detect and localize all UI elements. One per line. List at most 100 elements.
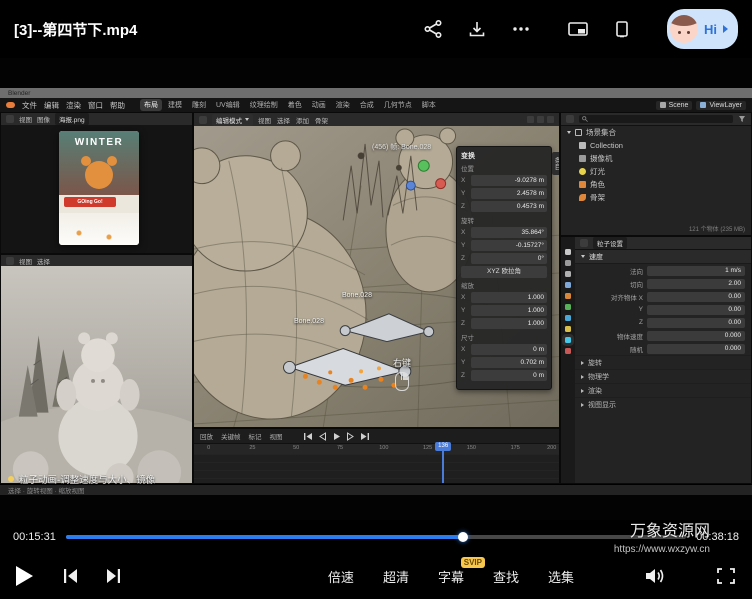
current-time: 00:15:31 bbox=[13, 531, 56, 543]
collapsed-section: 视图显示 bbox=[575, 397, 751, 411]
volume-icon[interactable] bbox=[643, 567, 665, 585]
shading-icon bbox=[547, 116, 554, 123]
timeline-tracks bbox=[194, 454, 559, 484]
timeline-ruler: 0 25 50 75 100 125 150 175 200 bbox=[194, 444, 559, 454]
screencast-right-click: 右键 bbox=[380, 356, 424, 391]
poster-bear-illustration bbox=[85, 161, 113, 189]
quality-button[interactable]: 超清 bbox=[383, 567, 409, 586]
scale-x-field: 1.000 bbox=[471, 292, 547, 303]
episodes-button[interactable]: 选集 bbox=[548, 567, 574, 586]
rotation-label: 旋转 bbox=[461, 215, 547, 225]
bone-label: Bone.028 bbox=[294, 318, 324, 325]
menu-help: 帮助 bbox=[110, 100, 125, 111]
sidebar-tab-item: 条目 bbox=[552, 152, 559, 175]
light-icon bbox=[579, 168, 586, 175]
image-menu-image: 图像 bbox=[37, 114, 50, 124]
vp-menu-armature: 骨架 bbox=[315, 115, 328, 125]
editor-type-icon bbox=[566, 115, 574, 123]
progress-fill bbox=[66, 535, 463, 539]
image-name: 海报.png bbox=[55, 113, 89, 125]
search-button[interactable]: 查找 bbox=[493, 567, 519, 586]
fullscreen-icon[interactable] bbox=[716, 567, 736, 585]
viewlayer-tab-icon bbox=[565, 282, 571, 288]
viewport-3d-panel: 编辑模式 视图 选择 添加 骨架 bbox=[193, 112, 560, 428]
editor-type-icon bbox=[6, 257, 14, 265]
mode-selector: 编辑模式 bbox=[212, 114, 253, 126]
mini-player-icon[interactable] bbox=[613, 19, 631, 39]
dimensions-label: 尺寸 bbox=[461, 332, 547, 342]
material-tab-icon bbox=[565, 348, 571, 354]
image-editor-body: WINTER GOing Go! bbox=[1, 125, 192, 253]
outliner-search-field bbox=[579, 115, 733, 123]
tab-animation: 动画 bbox=[308, 99, 330, 111]
outliner-header bbox=[561, 113, 751, 126]
tool-tab-icon bbox=[565, 249, 571, 255]
blender-window-titlebar: Blender bbox=[0, 88, 752, 98]
tl-menu-markers: 标记 bbox=[249, 431, 262, 441]
rotation-mode-field: XYZ 欧拉角 bbox=[461, 266, 547, 278]
location-label: 位置 bbox=[461, 163, 547, 173]
chevron-right-icon bbox=[581, 403, 584, 407]
image-editor-panel: 视图 图像 海报.png WINTER GOing Go! bbox=[0, 112, 193, 254]
chevron-right-icon bbox=[723, 25, 728, 33]
chevron-right-icon bbox=[581, 375, 584, 379]
dim-y-field: 0.702 m bbox=[471, 357, 547, 368]
transform-title: 变换 bbox=[461, 151, 547, 161]
clay-preview-panel: 视图 选择 bbox=[0, 254, 193, 484]
object-align-y-field: 0.00 bbox=[647, 305, 745, 315]
progress-thumb[interactable] bbox=[458, 532, 468, 542]
tab-rendering: 渲染 bbox=[332, 99, 354, 111]
tab-shading: 着色 bbox=[284, 99, 306, 111]
tab-texture-paint: 纹理绘制 bbox=[246, 99, 282, 111]
properties-tab-strip bbox=[561, 237, 575, 483]
subtitle-button[interactable]: 字幕 SVIP bbox=[438, 567, 464, 586]
next-episode-button[interactable] bbox=[103, 567, 123, 585]
more-options-icon[interactable] bbox=[511, 19, 531, 39]
jump-to-end-icon bbox=[360, 432, 370, 441]
bone-label: Bone.028 bbox=[342, 292, 372, 299]
modifier-tab-icon bbox=[565, 304, 571, 310]
property-row: 切向2.00 bbox=[575, 277, 751, 290]
snap-icon bbox=[527, 116, 534, 123]
physics-tab-icon bbox=[565, 315, 571, 321]
expand-caret-icon bbox=[567, 131, 571, 134]
scale-label: 缩放 bbox=[461, 280, 547, 290]
bullet-icon bbox=[8, 476, 14, 482]
previous-episode-button[interactable] bbox=[61, 567, 81, 585]
proportional-edit-icon bbox=[537, 116, 544, 123]
play-icon bbox=[16, 566, 33, 586]
picture-in-picture-icon[interactable] bbox=[567, 19, 589, 39]
blender-window-title: Blender bbox=[8, 90, 30, 97]
playback-speed-button[interactable]: 倍速 bbox=[328, 567, 354, 586]
collection-icon bbox=[579, 142, 586, 149]
viewport-canvas: (456) 帧: Bone.028 Bone.028 Bone.028 变换 位… bbox=[194, 126, 559, 427]
vp-menu-add: 添加 bbox=[296, 115, 309, 125]
location-y-field: 2.4578 m bbox=[471, 188, 547, 199]
tl-menu-view: 视图 bbox=[270, 431, 283, 441]
camera-icon bbox=[579, 155, 586, 162]
randomize-field: 0.000 bbox=[647, 344, 745, 354]
play-button[interactable] bbox=[16, 566, 33, 586]
velocity-section-header: 速度 bbox=[575, 250, 751, 264]
tab-compositing: 合成 bbox=[356, 99, 378, 111]
playback-transport bbox=[303, 432, 370, 441]
mouse-icon bbox=[395, 372, 409, 391]
download-icon[interactable] bbox=[467, 19, 487, 39]
user-avatar-button[interactable]: Hi bbox=[667, 9, 738, 49]
subtitle-label: 字幕 bbox=[438, 570, 464, 585]
editor-type-icon bbox=[6, 115, 14, 123]
filter-funnel-icon bbox=[738, 115, 746, 123]
video-surface[interactable]: Blender 文件 编辑 渲染 窗口 帮助 布局 建模 雕刻 UV编辑 纹理绘… bbox=[0, 58, 752, 520]
armature-icon bbox=[579, 194, 586, 201]
collapsed-section: 渲染 bbox=[575, 383, 751, 397]
collection-icon bbox=[575, 129, 582, 136]
share-icon[interactable] bbox=[423, 19, 443, 39]
search-icon bbox=[582, 116, 588, 122]
property-row: 法向1 m/s bbox=[575, 264, 751, 277]
avatar-image bbox=[670, 15, 698, 43]
mesh-object-icon bbox=[579, 181, 586, 188]
scene-icon bbox=[660, 102, 666, 108]
progress-bar[interactable] bbox=[66, 535, 686, 539]
properties-panel: 粒子设置 速度 法向1 m/s 切向2.00 对齐物体 X0.00 Y0.00 … bbox=[560, 236, 752, 484]
viewlayer-icon bbox=[700, 102, 706, 108]
